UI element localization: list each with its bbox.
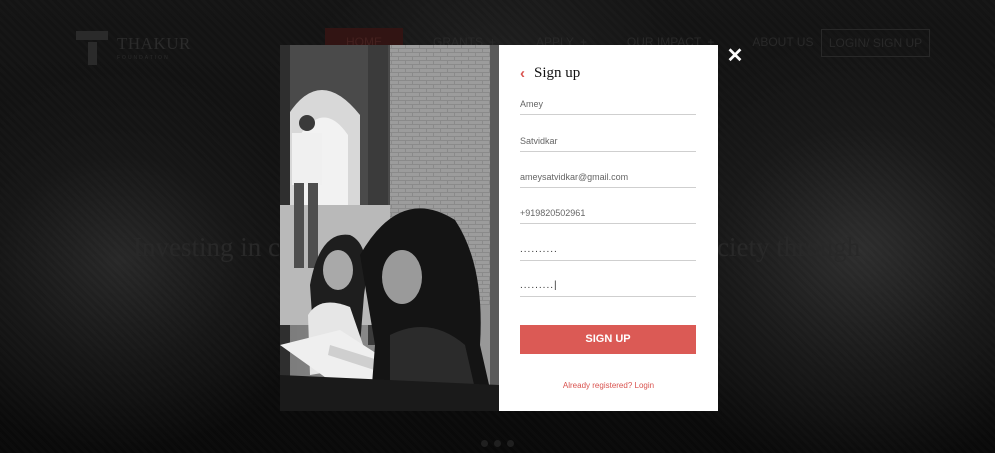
confirm-password-field[interactable]: .........| xyxy=(520,277,696,297)
phone-field[interactable]: +919820502961 xyxy=(520,204,696,224)
signup-button[interactable]: SIGN UP xyxy=(520,325,696,354)
last-name-field[interactable]: Satvidkar xyxy=(520,132,696,152)
form-title: Sign up xyxy=(534,65,581,81)
signup-modal: ‹ Sign up Amey Satvidkar ameysatvidkar@g… xyxy=(280,45,718,411)
password-field[interactable]: .......... xyxy=(520,241,696,261)
students-photo xyxy=(280,45,499,411)
email-field[interactable]: ameysatvidkar@gmail.com xyxy=(520,168,696,188)
form-header: ‹ Sign up xyxy=(520,65,580,82)
login-link[interactable]: Already registered? Login xyxy=(499,381,718,390)
signup-form: ‹ Sign up Amey Satvidkar ameysatvidkar@g… xyxy=(499,45,718,411)
close-icon[interactable]: ✕ xyxy=(726,46,744,66)
chevron-left-icon[interactable]: ‹ xyxy=(520,65,530,82)
first-name-field[interactable]: Amey xyxy=(520,95,696,115)
